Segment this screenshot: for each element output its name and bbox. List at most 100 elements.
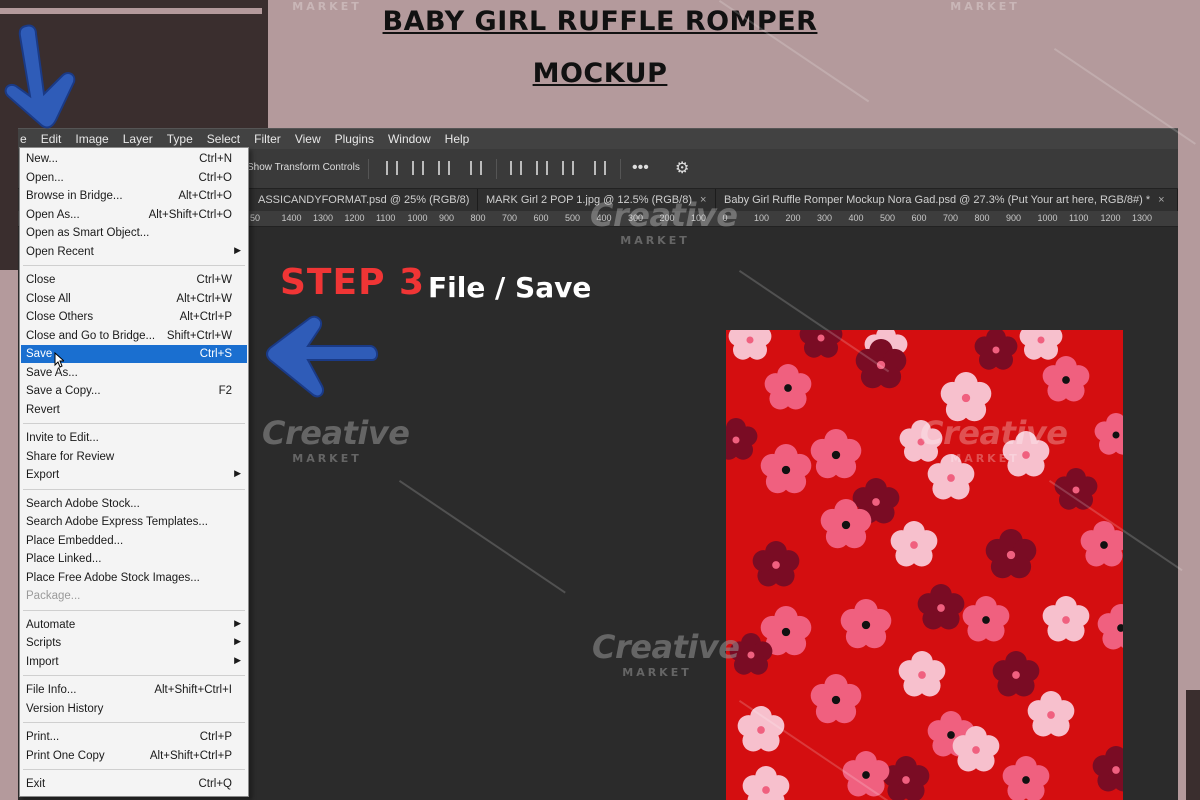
- menu-item-shortcut: F2: [218, 385, 232, 397]
- menu-item-new[interactable]: New... Ctrl+N: [21, 150, 247, 168]
- menu-item-label: Close and Go to Bridge...: [26, 329, 156, 342]
- menu-item-shortcut: Ctrl+W: [196, 274, 232, 286]
- menu-item-label: Place Embedded...: [26, 534, 124, 547]
- menu-item-label: Automate: [26, 618, 76, 631]
- menu-item-shortcut: Alt+Shift+Ctrl+I: [154, 684, 232, 696]
- ruler-label: 100: [754, 213, 770, 223]
- menubar-item-help[interactable]: Help: [438, 132, 477, 146]
- document-tab[interactable]: Baby Girl Ruffle Romper Mockup Nora Gad.…: [716, 189, 1178, 211]
- ruler-label: 600: [911, 213, 927, 223]
- menu-separator: [23, 488, 245, 490]
- menu-item-label: Save As...: [26, 366, 78, 379]
- flower-motif: [1002, 431, 1050, 477]
- menu-item-shortcut: Alt+Shift+Ctrl+P: [149, 749, 232, 762]
- menubar-item-window[interactable]: Window: [381, 132, 438, 146]
- menu-item-print[interactable]: Print... Ctrl+P: [21, 728, 247, 746]
- flower-motif: [1019, 330, 1063, 360]
- menu-item-invite-to-edit[interactable]: Invite to Edit...: [21, 429, 247, 447]
- align-icon[interactable]: [562, 161, 574, 175]
- menu-item-scripts[interactable]: Scripts ▶: [21, 634, 247, 652]
- menu-item-search-adobe-stock[interactable]: Search Adobe Stock...: [21, 495, 247, 513]
- menu-item-revert[interactable]: Revert: [21, 401, 247, 419]
- menu-item-automate[interactable]: Automate ▶: [21, 616, 247, 634]
- align-icon[interactable]: [470, 161, 482, 175]
- align-icon[interactable]: [412, 161, 424, 175]
- menu-item-share-for-review[interactable]: Share for Review: [21, 448, 247, 466]
- menu-item-shortcut: Alt+Ctrl+W: [176, 292, 232, 305]
- page-subtitle: MOCKUP: [532, 58, 668, 89]
- ruler-label: 400: [848, 213, 864, 223]
- step-action: File / Save: [428, 271, 592, 304]
- close-tab-icon[interactable]: ×: [700, 194, 706, 206]
- menubar-item-filter[interactable]: Filter: [247, 132, 288, 146]
- align-icon[interactable]: [594, 161, 606, 175]
- document-tab[interactable]: MARK Girl 2 POP 1.jpg @ 12.5% (RGB/8) ×: [478, 189, 716, 211]
- show-transform-controls-label[interactable]: Show Transform Controls: [247, 162, 360, 173]
- menu-item-save-a-copy[interactable]: Save a Copy... F2: [21, 382, 247, 400]
- flower-motif: [940, 372, 992, 422]
- menu-item-label: Save a Copy...: [26, 385, 101, 397]
- menu-item-close-others[interactable]: Close Others Alt+Ctrl+P: [21, 308, 247, 326]
- menu-item-version-history[interactable]: Version History: [21, 700, 247, 718]
- flower-motif: [974, 330, 1018, 370]
- menu-item-label: Revert: [26, 403, 60, 416]
- menu-item-place-embedded[interactable]: Place Embedded...: [21, 532, 247, 550]
- align-icon[interactable]: [386, 161, 398, 175]
- menu-item-close-all[interactable]: Close All Alt+Ctrl+W: [21, 290, 247, 308]
- menu-item-browse-in-bridge[interactable]: Browse in Bridge... Alt+Ctrl+O: [21, 187, 247, 205]
- menu-item-open-recent[interactable]: Open Recent ▶: [21, 243, 247, 261]
- align-icon[interactable]: [510, 161, 522, 175]
- menu-item-package: Package...: [21, 587, 247, 605]
- menu-item-label: Invite to Edit...: [26, 432, 99, 444]
- menu-item-import[interactable]: Import ▶: [21, 653, 247, 671]
- ruler-label: 1300: [1132, 213, 1153, 223]
- flower-motif: [729, 633, 773, 675]
- flower-motif: [742, 766, 790, 800]
- ruler-label: 400: [596, 213, 612, 223]
- menu-item-export[interactable]: Export ▶: [21, 466, 247, 484]
- close-tab-icon[interactable]: ×: [1158, 194, 1164, 206]
- menu-item-search-adobe-express-templates[interactable]: Search Adobe Express Templates...: [21, 513, 247, 531]
- document-tab[interactable]: ASSICANDYFORMAT.psd @ 25% (RGB/8)×: [250, 189, 478, 211]
- flower-motif: [728, 330, 772, 360]
- menu-item-open[interactable]: Open... Ctrl+O: [21, 169, 247, 187]
- menu-item-place-linked[interactable]: Place Linked...: [21, 550, 247, 568]
- flower-motif: [1027, 691, 1075, 737]
- flower-motif: [1092, 746, 1123, 792]
- flower-motif: [917, 584, 965, 630]
- menu-separator: [23, 675, 245, 676]
- menu-item-shortcut: Ctrl+N: [199, 153, 232, 165]
- menu-item-open-as-smart-object[interactable]: Open as Smart Object...: [21, 224, 247, 242]
- flower-motif: [726, 418, 758, 460]
- flower-motif: [810, 674, 862, 724]
- flower-motif: [764, 364, 812, 410]
- menu-item-close[interactable]: Close Ctrl+W: [21, 271, 247, 289]
- gear-icon[interactable]: ⚙: [675, 158, 689, 178]
- menu-item-label: Open...: [26, 171, 64, 184]
- menu-item-shortcut: Shift+Ctrl+W: [166, 329, 232, 342]
- flower-motif: [1042, 356, 1090, 402]
- menu-item-exit[interactable]: Exit Ctrl+Q: [21, 775, 247, 793]
- menubar-item-plugins[interactable]: Plugins: [328, 132, 381, 146]
- menu-item-label: Search Adobe Stock...: [26, 497, 140, 510]
- menu-item-place-free-adobe-stock-images[interactable]: Place Free Adobe Stock Images...: [21, 569, 247, 587]
- flower-motif: [737, 706, 785, 752]
- menubar-item-layer[interactable]: Layer: [116, 132, 160, 146]
- menu-separator: [23, 265, 245, 266]
- menu-item-shortcut: Ctrl+O: [198, 171, 232, 184]
- file-menu: New... Ctrl+N Open... Ctrl+O Browse in Bridg…: [19, 147, 249, 797]
- ruler-label: 100: [691, 213, 707, 223]
- menubar-item-view[interactable]: View: [288, 132, 328, 146]
- menubar-item-select[interactable]: Select: [200, 132, 247, 146]
- menu-item-close-and-go-to-bridge[interactable]: Close and Go to Bridge... Shift+Ctrl+W: [21, 327, 247, 345]
- flower-motif: [962, 596, 1010, 642]
- menu-item-open-as[interactable]: Open As... Alt+Shift+Ctrl+O: [21, 206, 247, 224]
- align-icon[interactable]: [438, 161, 450, 175]
- menu-item-file-info[interactable]: File Info... Alt+Shift+Ctrl+I: [21, 681, 247, 699]
- menu-item-print-one-copy[interactable]: Print One Copy Alt+Shift+Ctrl+P: [21, 747, 247, 765]
- menubar-item-type[interactable]: Type: [160, 132, 200, 146]
- more-icon[interactable]: •••: [632, 159, 649, 177]
- align-icon[interactable]: [536, 161, 548, 175]
- menu-item-label: Export: [26, 469, 60, 481]
- flower-motif: [810, 429, 862, 479]
